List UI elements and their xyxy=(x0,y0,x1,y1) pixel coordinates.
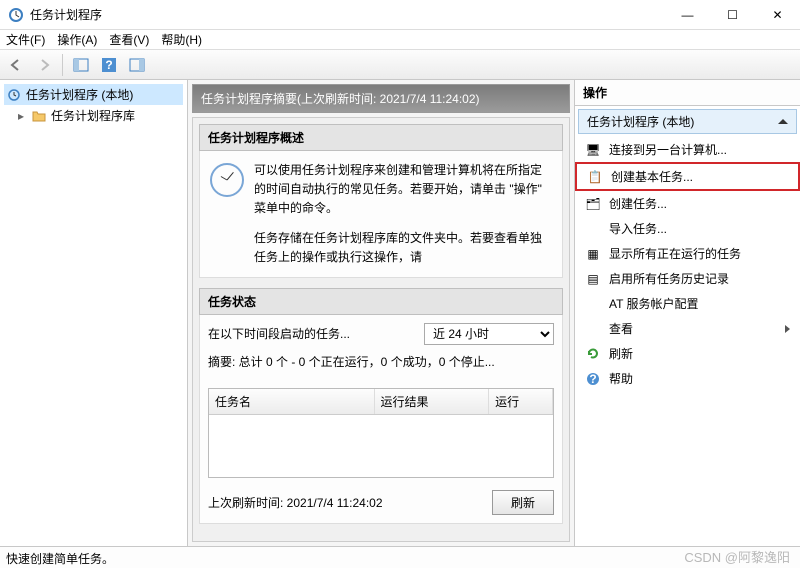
actions-header: 操作 xyxy=(575,80,800,106)
account-icon xyxy=(585,296,601,312)
titlebar: 任务计划程序 — ☐ ✕ xyxy=(0,0,800,30)
menu-help[interactable]: 帮助(H) xyxy=(161,31,202,48)
col-name[interactable]: 任务名 xyxy=(209,389,375,414)
action-view[interactable]: 查看 xyxy=(575,316,800,341)
col-result[interactable]: 运行结果 xyxy=(375,389,490,414)
task-basic-icon: 📋 xyxy=(587,169,603,185)
col-run[interactable]: 运行 xyxy=(489,389,553,414)
menu-view[interactable]: 查看(V) xyxy=(109,31,149,48)
actions-pane: 操作 任务计划程序 (本地) 🖥连接到另一台计算机... 📋创建基本任务... … xyxy=(574,80,800,546)
actions-subheader: 任务计划程序 (本地) xyxy=(578,109,797,134)
action-help[interactable]: ?帮助 xyxy=(575,366,800,391)
tree-root[interactable]: 任务计划程序 (本地) xyxy=(4,84,183,105)
clock-icon xyxy=(6,87,22,103)
action-create-task[interactable]: 🗂创建任务... xyxy=(575,191,800,216)
status-text: 快速创建简单任务。 xyxy=(6,550,114,565)
period-select[interactable]: 近 24 小时 xyxy=(424,323,554,345)
action-at-account[interactable]: AT 服务帐户配置 xyxy=(575,291,800,316)
status-summary: 摘要: 总计 0 个 - 0 个正在运行，0 个成功，0 个停止... xyxy=(208,353,554,370)
submenu-icon xyxy=(785,325,790,333)
maximize-button[interactable]: ☐ xyxy=(710,0,755,30)
status-box: 在以下时间段启动的任务... 近 24 小时 摘要: 总计 0 个 - 0 个正… xyxy=(199,315,563,524)
forward-button[interactable] xyxy=(32,53,56,77)
action-refresh[interactable]: 刷新 xyxy=(575,341,800,366)
svg-text:?: ? xyxy=(589,372,596,386)
collapse-icon[interactable] xyxy=(778,119,788,124)
watermark: CSDN @阿黎逸阳 xyxy=(684,547,790,566)
task-table: 任务名 运行结果 运行 xyxy=(208,388,554,478)
window-title: 任务计划程序 xyxy=(30,6,665,23)
minimize-button[interactable]: — xyxy=(665,0,710,30)
action-import-task[interactable]: 导入任务... xyxy=(575,216,800,241)
action-create-basic-task[interactable]: 📋创建基本任务... xyxy=(575,162,800,191)
help-icon: ? xyxy=(585,371,601,387)
menu-action[interactable]: 操作(A) xyxy=(57,31,97,48)
tree-pane: 任务计划程序 (本地) ▸ 任务计划程序库 xyxy=(0,80,188,546)
tree-library[interactable]: ▸ 任务计划程序库 xyxy=(4,105,183,126)
expand-icon[interactable]: ▸ xyxy=(18,109,27,123)
refresh-icon xyxy=(585,346,601,362)
action-show-running[interactable]: ▦显示所有正在运行的任务 xyxy=(575,241,800,266)
overview-text-1: 可以使用任务计划程序来创建和管理计算机将在所指定的时间自动执行的常见任务。若要开… xyxy=(254,161,552,219)
overview-text-2: 任务存储在任务计划程序库的文件夹中。若要查看单独任务上的操作或执行这操作，请 xyxy=(254,229,552,267)
pane-icon[interactable] xyxy=(69,53,93,77)
last-refresh-label: 上次刷新时间: 2021/7/4 11:24:02 xyxy=(208,494,482,511)
task-icon: 🗂 xyxy=(585,196,601,212)
running-icon: ▦ xyxy=(585,246,601,262)
props-icon[interactable] xyxy=(125,53,149,77)
status-header: 任务状态 xyxy=(199,288,563,315)
close-button[interactable]: ✕ xyxy=(755,0,800,30)
status-period-label: 在以下时间段启动的任务... xyxy=(208,325,416,342)
action-enable-history[interactable]: ▤启用所有任务历史记录 xyxy=(575,266,800,291)
refresh-button[interactable]: 刷新 xyxy=(492,490,554,515)
menu-file[interactable]: 文件(F) xyxy=(6,31,45,48)
summary-header: 任务计划程序摘要(上次刷新时间: 2021/7/4 11:24:02) xyxy=(192,84,570,113)
tree-root-label: 任务计划程序 (本地) xyxy=(26,86,133,103)
app-icon xyxy=(8,7,24,23)
help-icon[interactable]: ? xyxy=(97,53,121,77)
import-icon xyxy=(585,221,601,237)
action-connect[interactable]: 🖥连接到另一台计算机... xyxy=(575,137,800,162)
folder-icon xyxy=(31,108,47,124)
overview-box: 可以使用任务计划程序来创建和管理计算机将在所指定的时间自动执行的常见任务。若要开… xyxy=(199,151,563,278)
center-pane: 任务计划程序摘要(上次刷新时间: 2021/7/4 11:24:02) 任务计划… xyxy=(188,80,574,546)
toolbar: ? xyxy=(0,50,800,80)
clock-icon xyxy=(210,163,244,197)
menubar: 文件(F) 操作(A) 查看(V) 帮助(H) xyxy=(0,30,800,50)
svg-text:?: ? xyxy=(105,58,112,72)
computer-icon: 🖥 xyxy=(585,142,601,158)
tree-library-label: 任务计划程序库 xyxy=(51,107,135,124)
overview-header: 任务计划程序概述 xyxy=(199,124,563,151)
history-icon: ▤ xyxy=(585,271,601,287)
statusbar: 快速创建简单任务。 xyxy=(0,546,800,568)
back-button[interactable] xyxy=(4,53,28,77)
